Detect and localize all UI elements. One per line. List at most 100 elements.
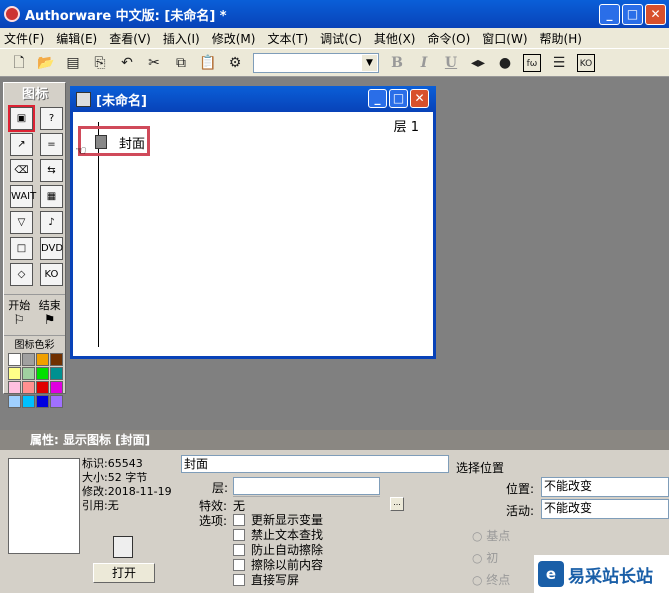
color-swatch[interactable] <box>22 367 35 380</box>
decision-icon[interactable]: ? <box>40 107 63 130</box>
undo-icon[interactable]: ↶ <box>118 54 136 72</box>
map-icon[interactable]: □ <box>10 237 33 260</box>
maximize-button[interactable]: □ <box>622 4 643 25</box>
toolbar: 🗋 📂 ▤ ⎘ ↶ ✂ ⧉ 📋 ⚙ ▼ B I U ◂▸ ● fω ☰ KO <box>0 48 669 77</box>
paste-icon[interactable]: 📋 <box>199 54 217 72</box>
sound-icon[interactable]: ♪ <box>40 211 63 234</box>
option-checkbox[interactable]: 直接写屏 <box>233 572 323 587</box>
radio-option[interactable]: ○ 终点 <box>472 569 510 591</box>
cut-icon[interactable]: ✂ <box>145 54 163 72</box>
position-select[interactable]: 不能改变 <box>541 477 669 497</box>
motion-icon[interactable]: ↗ <box>10 133 33 156</box>
display-icon-node[interactable]: 封面 <box>78 126 150 156</box>
option-checkbox[interactable]: 禁止文本查找 <box>233 527 323 542</box>
color-swatch[interactable] <box>36 381 49 394</box>
knowledge-objects-icon[interactable]: KO <box>577 53 595 72</box>
find-icon[interactable]: ⚙ <box>226 54 244 72</box>
icon-name-field[interactable]: 封面 <box>181 455 449 473</box>
active-select[interactable]: 不能改变 <box>541 499 669 519</box>
control-panel-icon[interactable]: ● <box>496 54 514 72</box>
flow-maximize-button[interactable]: □ <box>389 89 408 108</box>
menu-item[interactable]: 调试(C) <box>320 30 362 47</box>
menu-item[interactable]: 窗口(W) <box>482 30 527 47</box>
erase-icon[interactable]: ⌫ <box>10 159 33 182</box>
color-swatch[interactable] <box>8 367 21 380</box>
display-icon <box>95 135 107 149</box>
underline-button[interactable]: U <box>442 54 460 72</box>
new-file-icon[interactable]: 🗋 <box>10 54 28 72</box>
menu-item[interactable]: 文本(T) <box>267 30 308 47</box>
end-flag-icon[interactable]: ⚑ <box>44 313 56 333</box>
effect-button[interactable]: ... <box>390 497 404 511</box>
menu-item[interactable]: 插入(I) <box>163 30 200 47</box>
functions-icon[interactable]: fω <box>523 53 541 72</box>
option-checkbox[interactable]: 更新显示变量 <box>233 512 323 527</box>
layer-field[interactable] <box>233 477 380 495</box>
run-icon[interactable]: ◂▸ <box>469 54 487 72</box>
node-label[interactable]: 封面 <box>119 133 145 152</box>
color-swatch[interactable] <box>36 353 49 366</box>
menu-item[interactable]: 帮助(H) <box>540 30 582 47</box>
save-all-icon[interactable]: ▤ <box>64 54 82 72</box>
option-checkbox[interactable]: 擦除以前内容 <box>233 557 323 572</box>
checkbox[interactable] <box>233 513 245 526</box>
variables-icon[interactable]: ☰ <box>550 54 568 72</box>
menu-item[interactable]: 命令(O) <box>427 30 470 47</box>
effect-field[interactable]: 无 <box>233 496 380 513</box>
radio-option[interactable]: ○ 初 <box>472 547 510 569</box>
checkbox[interactable] <box>233 528 245 541</box>
menu-item[interactable]: 查看(V) <box>109 30 151 47</box>
radio-option[interactable]: ○ 基点 <box>472 525 510 547</box>
checkbox[interactable] <box>233 543 245 556</box>
color-swatch[interactable] <box>50 353 63 366</box>
chevron-down-icon[interactable]: ▼ <box>362 54 377 71</box>
color-swatch[interactable] <box>8 381 21 394</box>
color-swatch[interactable] <box>36 395 49 408</box>
menu-item[interactable]: 修改(M) <box>212 30 256 47</box>
color-swatch[interactable] <box>8 353 21 366</box>
active-label: 活动: <box>506 504 535 518</box>
italic-button[interactable]: I <box>415 54 433 72</box>
color-swatch[interactable] <box>50 381 63 394</box>
color-swatch[interactable] <box>22 395 35 408</box>
import-icon[interactable]: ⎘ <box>91 54 109 72</box>
start-flag-icon[interactable]: ⚐ <box>13 313 25 333</box>
framework-icon[interactable]: ▦ <box>40 185 63 208</box>
dvd-icon[interactable]: DVD <box>40 237 63 260</box>
color-swatch[interactable] <box>50 395 63 408</box>
wait-icon[interactable]: WAIT <box>10 185 36 208</box>
icon-palette: 图标 ▣? ↗ = ⌫ ⇆ WAIT ▦ ▽ ♪ □ DVD ◇ KO 开始 结束 ⚐ ⚑ 图标色彩 <box>3 82 66 408</box>
app-icon <box>4 6 20 22</box>
flow-minimize-button[interactable]: _ <box>368 89 387 108</box>
knowledge-object-icon[interactable]: KO <box>40 263 63 286</box>
navigate-icon[interactable]: ⇆ <box>40 159 63 182</box>
open-button[interactable]: 打开 <box>93 563 155 583</box>
minimize-button[interactable]: _ <box>599 4 620 25</box>
open-file-icon[interactable]: 📂 <box>37 54 55 72</box>
interaction-icon[interactable]: ▽ <box>10 211 33 234</box>
flowline-window: [未命名] _ □ ✕ 层 1 封面 ☜ <box>70 86 436 359</box>
option-checkbox[interactable]: 防止自动擦除 <box>233 542 323 557</box>
color-swatch[interactable] <box>22 353 35 366</box>
flowline-window-icon <box>76 91 91 107</box>
checkbox[interactable] <box>233 573 245 586</box>
bold-button[interactable]: B <box>388 54 406 72</box>
font-style-combo[interactable]: ▼ <box>253 52 379 73</box>
copy-icon[interactable]: ⧉ <box>172 54 190 72</box>
color-swatch[interactable] <box>22 381 35 394</box>
color-swatch[interactable] <box>36 367 49 380</box>
display-icon[interactable]: ▣ <box>8 105 35 132</box>
radio-label: 终点 <box>486 573 511 587</box>
flow-close-button[interactable]: ✕ <box>410 89 429 108</box>
color-swatch[interactable] <box>8 395 21 408</box>
watermark-logo-icon: e <box>538 561 564 587</box>
color-swatch[interactable] <box>50 367 63 380</box>
menu-item[interactable]: 编辑(E) <box>56 30 97 47</box>
decision2-icon[interactable]: ◇ <box>10 263 33 286</box>
checkbox[interactable] <box>233 558 245 571</box>
calculation-icon[interactable]: = <box>40 133 63 156</box>
close-button[interactable]: ✕ <box>645 4 666 25</box>
menu-item[interactable]: 其他(X) <box>374 30 416 47</box>
menu-item[interactable]: 文件(F) <box>4 30 44 47</box>
radio-label: 基点 <box>486 529 511 543</box>
